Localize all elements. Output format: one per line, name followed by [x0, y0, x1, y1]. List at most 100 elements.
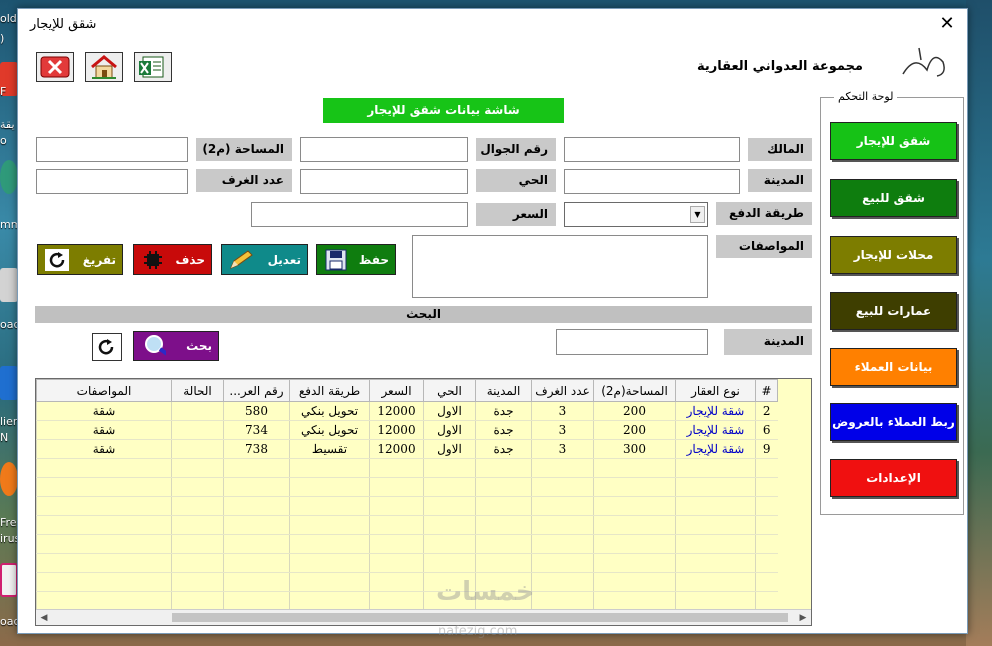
empty-cell — [475, 458, 532, 478]
desktop-label: lier — [0, 415, 18, 428]
results-table: # نوع العقار المساحة(م2) عدد الغرف المدي… — [36, 379, 778, 611]
nav-button[interactable]: محلات للإيجار — [830, 236, 957, 274]
table-cell: جدة — [475, 439, 532, 459]
document-app-icon[interactable] — [0, 268, 18, 302]
close-window-button[interactable]: ✕ — [935, 13, 959, 35]
table-cell: تحويل بنكي — [289, 420, 370, 440]
empty-cell — [171, 496, 224, 516]
nav-button[interactable]: عمارات للبيع — [830, 292, 957, 330]
column-header[interactable]: الحي — [423, 379, 476, 402]
home-button[interactable] — [85, 52, 123, 82]
column-header[interactable]: عدد الغرف — [531, 379, 594, 402]
results-grid[interactable]: # نوع العقار المساحة(م2) عدد الغرف المدي… — [35, 378, 812, 626]
empty-cell — [675, 534, 756, 554]
column-header[interactable]: المساحة(م2) — [593, 379, 676, 402]
calculator-app-icon[interactable] — [0, 563, 18, 597]
scrollbar-thumb[interactable] — [172, 613, 788, 622]
search-city-input[interactable] — [556, 329, 708, 355]
mobile-input[interactable] — [300, 137, 468, 162]
chevron-down-icon[interactable]: ▼ — [690, 206, 705, 223]
desktop-label: F — [0, 85, 7, 98]
empty-cell — [223, 515, 290, 535]
empty-cell — [531, 534, 594, 554]
scroll-right-icon[interactable]: ▶ — [795, 610, 811, 625]
desktop-left-strip: old ) F يقة o mm oad lier N Fre irus oad — [0, 0, 21, 646]
price-input[interactable] — [251, 202, 468, 227]
empty-row — [36, 515, 778, 535]
company-logo-icon — [902, 47, 945, 77]
empty-row — [36, 534, 778, 554]
scroll-left-icon[interactable]: ◀ — [36, 610, 52, 625]
horizontal-scrollbar[interactable]: ◀ ▶ — [36, 609, 811, 625]
empty-cell — [675, 572, 756, 592]
empty-cell — [36, 553, 172, 573]
table-cell: الاول — [423, 401, 476, 421]
table-cell — [171, 420, 224, 440]
column-header[interactable]: # — [755, 379, 778, 402]
column-header[interactable]: طريقة الدفع — [289, 379, 370, 402]
edit-label: تعديل — [267, 252, 301, 267]
edge-app-icon[interactable] — [0, 160, 18, 194]
city-input[interactable] — [564, 169, 740, 194]
empty-cell — [36, 572, 172, 592]
empty-cell — [755, 477, 778, 497]
company-name: مجموعة العدواني العقارية — [696, 59, 863, 74]
table-row[interactable]: 2 شقة للإيجار 200 3 جدة الاول 12000 تحويل بنكي 5… — [36, 401, 778, 421]
close-form-button[interactable] — [36, 52, 74, 82]
nav-button[interactable]: الإعدادات — [830, 459, 957, 497]
table-cell: 200 — [593, 420, 676, 440]
payment-select[interactable]: ▼ — [564, 202, 708, 227]
column-header[interactable]: السعر — [369, 379, 424, 402]
control-panel-legend: لوحة التحكم — [834, 90, 898, 103]
nav-button[interactable]: بيانات العملاء — [830, 348, 957, 386]
table-row[interactable]: 9 شقة للإيجار 300 3 جدة الاول 12000 تقسيط 738 شقة — [36, 439, 778, 459]
table-cell: 200 — [593, 401, 676, 421]
empty-cell — [223, 553, 290, 573]
owner-input[interactable] — [564, 137, 740, 162]
reset-search-button[interactable] — [92, 333, 122, 361]
empty-cell — [36, 458, 172, 478]
table-cell: 3 — [531, 401, 594, 421]
table-cell: 2 — [755, 401, 778, 421]
antivirus-app-icon[interactable] — [0, 462, 18, 496]
rooms-input[interactable] — [36, 169, 188, 194]
column-header[interactable]: رقم العر... — [223, 379, 290, 402]
area-input[interactable] — [36, 137, 188, 162]
delete-button[interactable]: حذف — [133, 244, 212, 275]
empty-cell — [675, 553, 756, 573]
nav-button[interactable]: شقق للبيع — [830, 179, 957, 217]
security-app-icon[interactable] — [0, 366, 18, 400]
empty-cell — [423, 553, 476, 573]
home-icon — [91, 55, 117, 79]
district-input[interactable] — [300, 169, 468, 194]
empty-cell — [755, 572, 778, 592]
column-header[interactable]: الحالة — [171, 379, 224, 402]
refresh-icon — [98, 339, 114, 355]
column-header[interactable]: نوع العقار — [675, 379, 756, 402]
specs-textarea[interactable] — [412, 235, 708, 298]
column-header[interactable]: المواصفات — [36, 379, 172, 402]
table-cell: 12000 — [369, 401, 424, 421]
empty-cell — [475, 496, 532, 516]
empty-cell — [289, 515, 370, 535]
nav-button[interactable]: شقق للإيجار — [830, 122, 957, 160]
excel-export-button[interactable] — [134, 52, 172, 82]
empty-cell — [593, 458, 676, 478]
table-cell: تحويل بنكي — [289, 401, 370, 421]
nav-button[interactable]: ربط العملاء بالعروض — [830, 403, 957, 441]
empty-cell — [531, 496, 594, 516]
table-cell: شقة — [36, 401, 172, 421]
empty-cell — [289, 534, 370, 554]
table-cell: 300 — [593, 439, 676, 459]
floppy-disk-icon — [323, 248, 349, 272]
empty-cell — [369, 458, 424, 478]
search-button[interactable]: بحث — [133, 331, 219, 361]
edit-button[interactable]: تعديل — [221, 244, 308, 275]
magnifier-icon — [140, 334, 166, 358]
table-cell: جدة — [475, 401, 532, 421]
column-header[interactable]: المدينة — [475, 379, 532, 402]
table-row[interactable]: 6 شقة للإيجار 200 3 جدة الاول 12000 تحويل بنكي 7… — [36, 420, 778, 440]
empty-cell — [593, 572, 676, 592]
save-button[interactable]: حفظ — [316, 244, 396, 275]
clear-button[interactable]: تفريغ — [37, 244, 123, 275]
